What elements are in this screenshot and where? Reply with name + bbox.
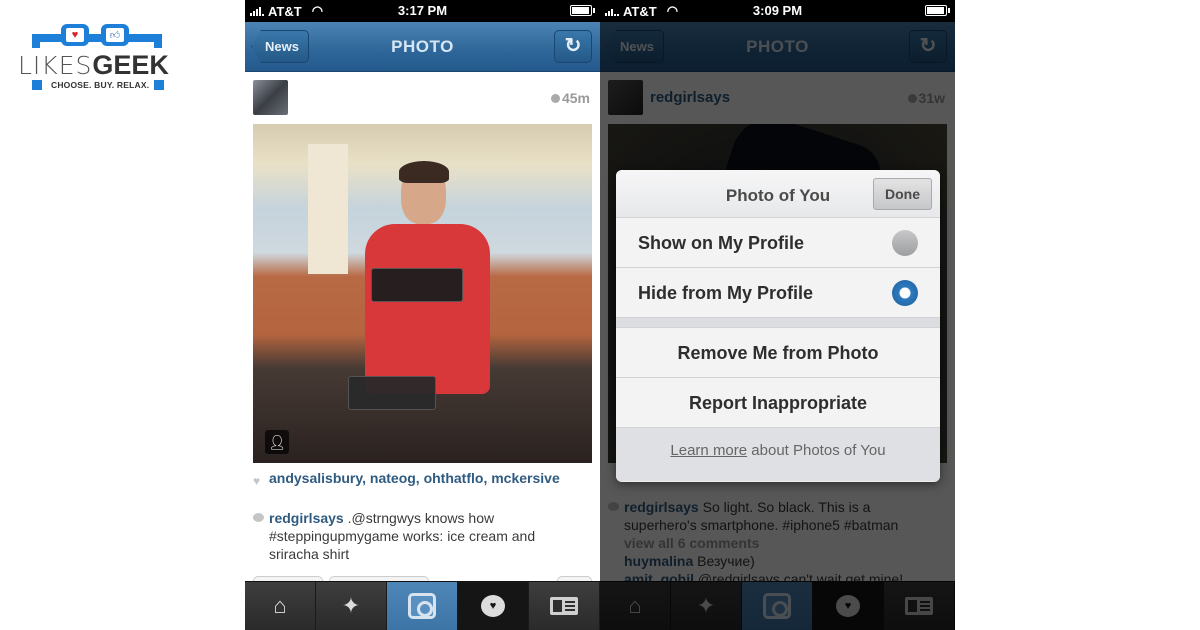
radio-button-selected[interactable] bbox=[892, 280, 918, 306]
battery-icon bbox=[925, 5, 950, 16]
photo-tag-label[interactable] bbox=[371, 268, 463, 302]
heart-icon: ♥ bbox=[71, 29, 79, 41]
tab-bar: ⌂ ✦ ♥ bbox=[245, 581, 600, 630]
phone-screen-photo: AT&T ◠ 3:17 PM News PHOTO ↻ 45m 👤︎ ♥ and… bbox=[245, 0, 600, 630]
post-age: 45m bbox=[550, 90, 590, 106]
photo-image: 👤︎ bbox=[253, 124, 592, 463]
tab-camera[interactable] bbox=[387, 582, 458, 630]
status-bar: AT&T ◠ 3:17 PM bbox=[245, 0, 600, 22]
likesgeek-logo: ♥ 👍︎ LIKESGEEK CHOOSE. BUY. RELAX. bbox=[18, 22, 178, 94]
refresh-button[interactable]: ↻ bbox=[554, 30, 592, 63]
footer-text: about Photos of You bbox=[747, 442, 886, 459]
post-age-value: 45m bbox=[561, 90, 590, 106]
clock-icon bbox=[550, 94, 560, 103]
dialog-header: Photo of You Done bbox=[616, 170, 940, 218]
radio-button-unselected[interactable] bbox=[892, 230, 918, 256]
refresh-icon: ↻ bbox=[564, 35, 582, 57]
option-show-on-profile[interactable]: Show on My Profile bbox=[616, 218, 940, 268]
logo-frame-right bbox=[154, 34, 162, 48]
liker-link[interactable]: ohthatflo bbox=[424, 470, 484, 486]
remove-me-button[interactable]: Remove Me from Photo bbox=[616, 328, 940, 378]
logo-lens-left: ♥ bbox=[61, 24, 89, 46]
dialog-footer: Learn more about Photos of You bbox=[616, 428, 940, 481]
news-icon bbox=[550, 597, 578, 615]
logo-word-light: LIKES bbox=[18, 51, 93, 80]
post-caption: redgirlsays .@strngwys knows how #steppi… bbox=[253, 509, 588, 563]
logo-frame-left bbox=[32, 34, 40, 48]
status-bar: AT&T ◠ 3:09 PM bbox=[600, 0, 955, 22]
tab-home[interactable]: ⌂ bbox=[245, 582, 316, 630]
logo-lens-right: 👍︎ bbox=[101, 24, 129, 46]
camera-icon bbox=[408, 593, 436, 619]
liker-link[interactable]: andysalisbury bbox=[269, 470, 362, 486]
done-button[interactable]: Done bbox=[873, 178, 932, 210]
explore-icon: ✦ bbox=[341, 593, 361, 618]
status-time: 3:09 PM bbox=[752, 3, 803, 18]
battery-fill bbox=[572, 7, 589, 14]
tab-activity[interactable]: ♥ bbox=[458, 582, 529, 630]
phone-screen-photo-of-you: AT&T ◠ 3:09 PM News PHOTO ↻ redgirlsays … bbox=[600, 0, 955, 630]
option-label: Hide from My Profile bbox=[638, 283, 814, 303]
section-divider bbox=[616, 318, 940, 328]
user-tag-icon[interactable]: 👤︎ bbox=[265, 430, 289, 454]
logo-corner-left bbox=[32, 80, 42, 90]
learn-more-link[interactable]: Learn more bbox=[670, 442, 747, 459]
photo-tag-label[interactable] bbox=[348, 376, 436, 410]
option-label: Show on My Profile bbox=[638, 233, 805, 253]
likes-list: ♥ andysalisbury, nateog, ohthatflo, mcke… bbox=[253, 470, 560, 488]
comment-bubble-icon bbox=[253, 513, 264, 522]
heart-icon: ♥ bbox=[253, 474, 261, 488]
option-hide-from-profile[interactable]: Hide from My Profile bbox=[616, 268, 940, 318]
logo-tagline-row: CHOOSE. BUY. RELAX. bbox=[32, 80, 164, 92]
logo-corner-right bbox=[154, 80, 164, 90]
nav-bar: News PHOTO ↻ bbox=[245, 22, 600, 72]
thumbs-up-icon: 👍︎ bbox=[109, 30, 121, 41]
home-icon: ⌂ bbox=[273, 593, 287, 618]
photo-person-hair bbox=[399, 161, 449, 183]
tab-explore[interactable]: ✦ bbox=[316, 582, 387, 630]
caption-username[interactable]: redgirlsays bbox=[269, 510, 344, 526]
nav-title: PHOTO bbox=[391, 37, 454, 56]
battery-fill bbox=[927, 7, 944, 14]
battery-icon bbox=[570, 5, 595, 16]
report-inappropriate-button[interactable]: Report Inappropriate bbox=[616, 378, 940, 428]
post-header: 45m bbox=[245, 72, 600, 124]
avatar[interactable] bbox=[253, 80, 288, 115]
logo-word-bold: GEEK bbox=[92, 50, 169, 80]
liker-link[interactable]: mckersive bbox=[491, 470, 560, 486]
status-time: 3:17 PM bbox=[397, 3, 448, 18]
activity-icon: ♥ bbox=[481, 595, 505, 617]
photo-of-you-dialog: Photo of You Done Show on My Profile Hid… bbox=[616, 170, 940, 482]
tab-profile[interactable] bbox=[529, 582, 600, 630]
photo-person-body bbox=[365, 224, 490, 394]
photo-pillar bbox=[308, 144, 348, 274]
logo-tagline: CHOOSE. BUY. RELAX. bbox=[51, 80, 150, 90]
liker-link[interactable]: nateog bbox=[370, 470, 416, 486]
logo-frame bbox=[32, 34, 162, 42]
logo-wordmark: LIKESGEEK bbox=[18, 50, 169, 81]
post-photo[interactable]: 👤︎ bbox=[253, 124, 592, 463]
